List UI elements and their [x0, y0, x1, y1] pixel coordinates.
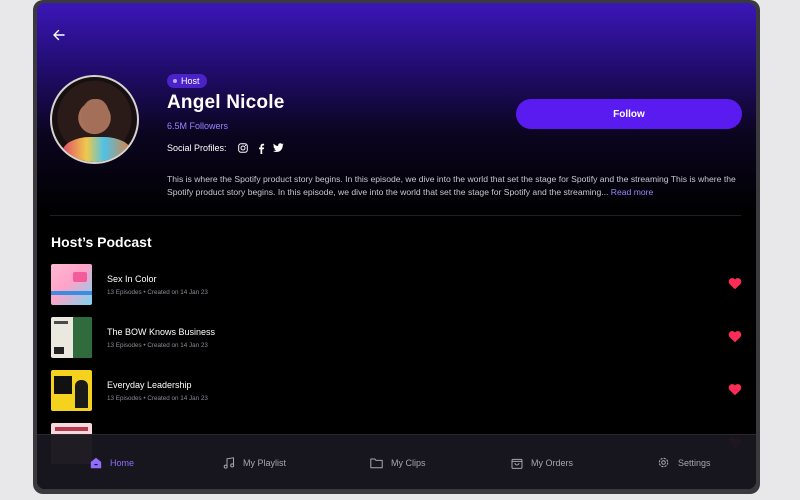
host-description: This is where the Spotify product story …: [167, 173, 743, 199]
follow-button[interactable]: Follow: [516, 99, 742, 129]
home-icon: [89, 456, 102, 469]
podcast-title: Sex In Color: [107, 273, 157, 284]
heart-icon[interactable]: [728, 383, 742, 396]
podcast-cover: [51, 370, 92, 411]
folder-icon: [370, 456, 383, 469]
instagram-icon[interactable]: [237, 142, 249, 154]
podcast-meta: 13 Episodes • Created on 14 Jan 23: [107, 341, 208, 349]
heart-icon[interactable]: [728, 330, 742, 343]
back-button[interactable]: [51, 27, 67, 43]
host-badge-label: Host: [181, 76, 200, 86]
nav-item-my-clips[interactable]: My Clips: [370, 435, 426, 489]
nav-item-settings[interactable]: Settings: [657, 435, 711, 489]
twitter-icon[interactable]: [273, 142, 285, 154]
host-name: Angel Nicole: [167, 92, 285, 113]
avatar: [50, 75, 139, 164]
facebook-icon[interactable]: [255, 142, 267, 154]
gear-icon: [657, 456, 670, 469]
nav-label-home: Home: [110, 457, 135, 468]
music-note-icon: [222, 456, 235, 469]
podcast-cover: [51, 317, 92, 358]
app-screen: Host Angel Nicole 6.5M Followers Social …: [37, 3, 756, 489]
podcast-title: The BOW Knows Business: [107, 326, 216, 337]
nav-item-my-playlist[interactable]: My Playlist: [222, 435, 286, 489]
podcast-row[interactable]: Sex In Color 13 Episodes • Created on 14…: [51, 264, 742, 305]
section-title: Host’s Podcast: [51, 234, 152, 250]
host-badge: Host: [167, 74, 207, 88]
podcast-row[interactable]: The BOW Knows Business 13 Episodes • Cre…: [51, 317, 742, 358]
nav-label-my-orders: My Orders: [531, 457, 574, 468]
arrow-left-icon: [53, 29, 65, 41]
read-more-link[interactable]: Read more: [611, 187, 654, 197]
podcast-meta: 13 Episodes • Created on 14 Jan 23: [107, 288, 208, 296]
nav-item-home[interactable]: Home: [89, 435, 134, 489]
social-profiles-label: Social Profiles:: [167, 143, 227, 153]
nav-item-my-orders[interactable]: My Orders: [510, 435, 573, 489]
podcast-title: Everyday Leadership: [107, 379, 192, 390]
section-divider: [50, 215, 741, 216]
heart-icon[interactable]: [728, 277, 742, 290]
nav-label-settings: Settings: [678, 457, 711, 468]
shopping-bag-icon: [510, 456, 523, 469]
bottom-nav: Home My Playlist My Clips My Orders Sett…: [37, 434, 756, 489]
podcast-meta: 13 Episodes • Created on 14 Jan 23: [107, 394, 208, 402]
followers-count: 6.5M Followers: [167, 121, 229, 131]
badge-dot-icon: [173, 79, 177, 83]
podcast-cover: [51, 264, 92, 305]
social-profiles: Social Profiles:: [167, 142, 285, 154]
nav-label-my-playlist: My Playlist: [243, 457, 287, 468]
podcast-row[interactable]: Everyday Leadership 13 Episodes • Create…: [51, 370, 742, 411]
nav-label-my-clips: My Clips: [391, 457, 426, 468]
